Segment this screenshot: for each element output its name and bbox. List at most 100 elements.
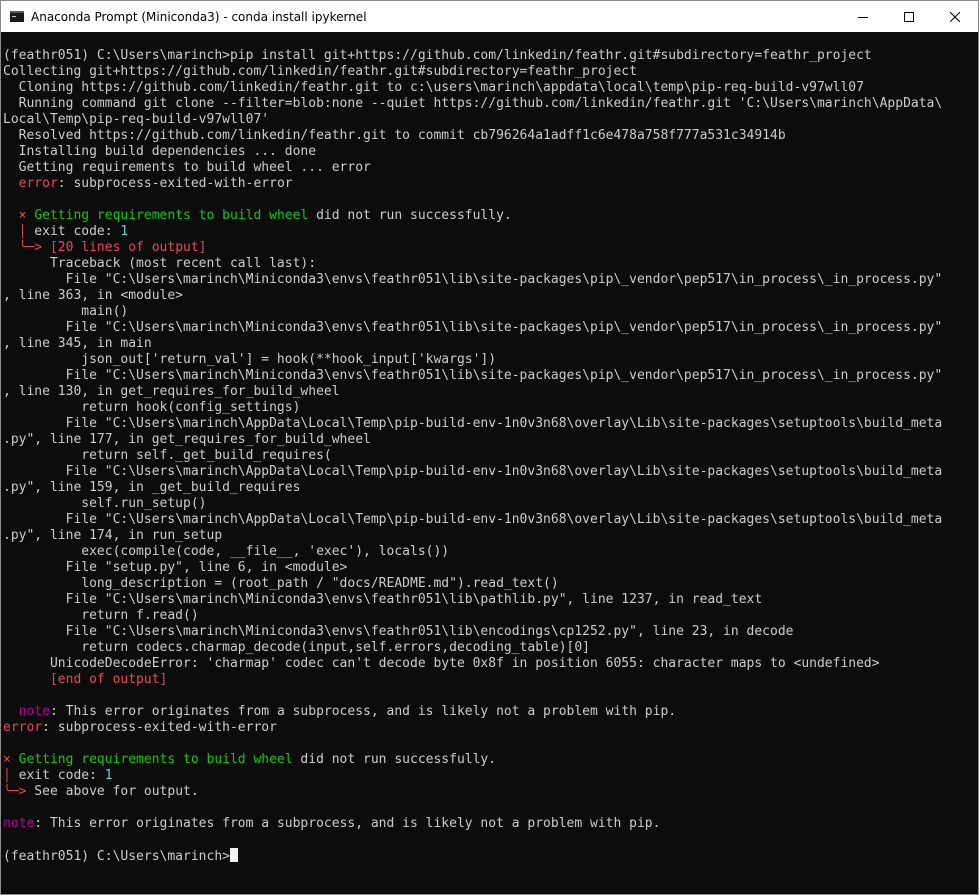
console-text: error — [3, 720, 43, 735]
console-text: json_out['return_val'] = hook(**hook_inp… — [3, 352, 497, 367]
console-line: json_out['return_val'] = hook(**hook_inp… — [3, 352, 978, 368]
close-icon — [950, 11, 960, 22]
console-text: ╰─> [20 lines of output] — [18, 240, 207, 255]
console-line: │ exit code: 1 — [3, 224, 978, 240]
console-text: exit code: — [10, 768, 105, 783]
console-text: return hook(config_settings) — [3, 400, 301, 415]
console-line: self.run_setup() — [3, 496, 978, 512]
console-line: File "C:\Users\marinch\Miniconda3\envs\f… — [3, 272, 978, 288]
console-line: File "C:\Users\marinch\AppData\Local\Tem… — [3, 464, 978, 480]
console-line: File "C:\Users\marinch\AppData\Local\Tem… — [3, 512, 978, 528]
console-text: ╰─> — [3, 784, 27, 799]
console-text: File "C:\Users\marinch\AppData\Local\Tem… — [3, 416, 943, 431]
window-controls — [840, 1, 978, 32]
console-text: .py", line 177, in get_requires_for_buil… — [3, 432, 371, 447]
console-text: Resolved https://github.com/linkedin/fea… — [3, 128, 786, 143]
console-text: return codecs.charmap_decode(input,self.… — [3, 640, 590, 655]
console-line: (feathr051) C:\Users\marinch> — [3, 848, 978, 864]
console-line: │ exit code: 1 — [3, 768, 978, 784]
console-line: , line 345, in main — [3, 336, 978, 352]
console-text: exec(compile(code, __file__, 'exec'), lo… — [3, 544, 450, 559]
console-line: main() — [3, 304, 978, 320]
console-text: self.run_setup() — [3, 496, 207, 511]
console-text: : This error originates from a subproces… — [49, 704, 677, 719]
console-text: 1 — [120, 224, 129, 239]
console-line: long_description = (root_path / "docs/RE… — [3, 576, 978, 592]
console-text: error — [18, 176, 58, 191]
console-line: return hook(config_settings) — [3, 400, 978, 416]
console-line: Collecting git+https://github.com/linked… — [3, 64, 978, 80]
console-line: [end of output] — [3, 672, 978, 688]
console-text: note — [3, 816, 35, 831]
console-line: Running command git clone --filter=blob:… — [3, 96, 978, 112]
console-text: long_description = (root_path / "docs/RE… — [3, 576, 559, 591]
maximize-button[interactable] — [886, 1, 932, 32]
console-line: exec(compile(code, __file__, 'exec'), lo… — [3, 544, 978, 560]
console-line: ╰─> [20 lines of output] — [3, 240, 978, 256]
console-text: return f.read() — [3, 608, 199, 623]
console-text: File "C:\Users\marinch\Miniconda3\envs\f… — [3, 320, 943, 335]
console-line: × Getting requirements to build wheel di… — [3, 752, 978, 768]
console-text: Installing build dependencies ... done — [3, 144, 317, 159]
console-text: , line 363, in <module> — [3, 288, 184, 303]
console-text: Running command git clone --filter=blob:… — [3, 96, 943, 111]
console-text: exit code: — [26, 224, 121, 239]
console-text: Getting requirements to build wheel ... … — [3, 160, 371, 175]
console-text: Traceback (most recent call last): — [3, 256, 317, 271]
console-line: Resolved https://github.com/linkedin/fea… — [3, 128, 978, 144]
console-line: note: This error originates from a subpr… — [3, 704, 978, 720]
maximize-icon — [904, 11, 914, 22]
text-cursor — [229, 848, 238, 862]
console-line: error: subprocess-exited-with-error — [3, 720, 978, 736]
console-text: Getting requirements to build wheel — [34, 208, 309, 223]
console-line: return self._get_build_requires( — [3, 448, 978, 464]
console-line: UnicodeDecodeError: 'charmap' codec can'… — [3, 656, 978, 672]
minimize-button[interactable] — [840, 1, 886, 32]
console-text: Collecting git+https://github.com/linked… — [3, 64, 637, 79]
console-text: 1 — [104, 768, 113, 783]
console-line: return f.read() — [3, 608, 978, 624]
title-bar[interactable]: Anaconda Prompt (Miniconda3) - conda ins… — [1, 1, 978, 32]
console-line: File "C:\Users\marinch\Miniconda3\envs\f… — [3, 368, 978, 384]
console-line: File "C:\Users\marinch\Miniconda3\envs\f… — [3, 624, 978, 640]
console-line: File "C:\Users\marinch\Miniconda3\envs\f… — [3, 320, 978, 336]
console-text: (feathr051) C:\Users\marinch>pip install… — [3, 48, 872, 63]
console-text: : subprocess-exited-with-error — [57, 176, 293, 191]
console-line: Getting requirements to build wheel ... … — [3, 160, 978, 176]
close-button[interactable] — [932, 1, 978, 32]
console-line: .py", line 174, in run_setup — [3, 528, 978, 544]
console-line: File "setup.py", line 6, in <module> — [3, 560, 978, 576]
console-line: , line 363, in <module> — [3, 288, 978, 304]
console-line: File "C:\Users\marinch\AppData\Local\Tem… — [3, 416, 978, 432]
console-line: note: This error originates from a subpr… — [3, 816, 978, 832]
console-text: Cloning https://github.com/linkedin/feat… — [3, 80, 864, 95]
console-text: UnicodeDecodeError: 'charmap' codec can'… — [3, 656, 880, 671]
console-text: │ — [3, 768, 11, 783]
console-text: × — [3, 752, 11, 767]
console-text: , line 345, in main — [3, 336, 152, 351]
console-text: File "C:\Users\marinch\AppData\Local\Tem… — [3, 464, 943, 479]
console-output[interactable]: (feathr051) C:\Users\marinch>pip install… — [1, 32, 978, 894]
console-text: File "C:\Users\marinch\Miniconda3\envs\f… — [3, 272, 943, 287]
console-line: return codecs.charmap_decode(input,self.… — [3, 640, 978, 656]
console-text: .py", line 159, in _get_build_requires — [3, 480, 301, 495]
console-text: Getting requirements to build wheel — [18, 752, 293, 767]
console-text: , line 130, in get_requires_for_build_wh… — [3, 384, 340, 399]
console-text: .py", line 174, in run_setup — [3, 528, 223, 543]
console-text: See above for output. — [26, 784, 199, 799]
window-title: Anaconda Prompt (Miniconda3) - conda ins… — [31, 9, 367, 24]
console-text: : This error originates from a subproces… — [34, 816, 661, 831]
console-line: ╰─> See above for output. — [3, 784, 978, 800]
console-line: Local\Temp\pip-req-build-v97wll07' — [3, 112, 978, 128]
terminal-window: Anaconda Prompt (Miniconda3) - conda ins… — [0, 0, 979, 895]
console-text: File "C:\Users\marinch\Miniconda3\envs\f… — [3, 592, 763, 607]
